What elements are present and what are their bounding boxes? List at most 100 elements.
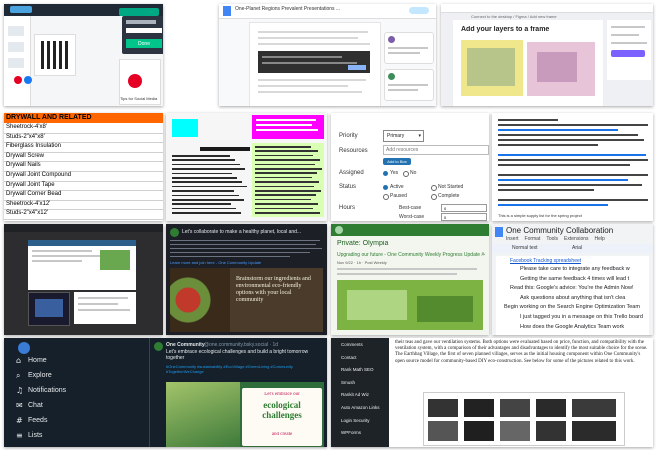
admin-menu-item[interactable]: Rankit Ad Wiz [341, 392, 387, 397]
tile-app-modal: Done Tips for Social Media [4, 4, 163, 106]
best-case-input[interactable] [441, 204, 487, 212]
tracking-link[interactable]: Facebook Tracking spreadsheet [510, 258, 581, 264]
menu-item-tools[interactable]: Tools [546, 236, 558, 242]
post-title: Let's collaborate to make a healthy plan… [182, 229, 302, 235]
text-line [498, 134, 638, 136]
sheet-row[interactable]: Studs-2"x4"x12' [4, 209, 163, 220]
text-line [498, 124, 648, 126]
text-line [172, 181, 242, 183]
pinterest-icon[interactable] [14, 76, 22, 84]
text-line [172, 172, 232, 175]
done-button[interactable]: Done [126, 39, 162, 48]
facebook-icon[interactable] [24, 76, 32, 84]
bell-icon: ♫ [16, 386, 24, 395]
nav-label: Feeds [28, 417, 48, 424]
post-image[interactable]: Let's embrace our ecological challenges … [166, 382, 324, 447]
text-line [498, 179, 628, 181]
web-page [28, 240, 136, 290]
post-body: Let's embrace ecological challenges and … [166, 349, 309, 361]
not-started-radio[interactable] [431, 185, 437, 191]
menu-item-extensions[interactable]: Extensions [564, 236, 588, 242]
text-line [498, 154, 646, 156]
text-line [172, 177, 237, 179]
admin-menu-item[interactable]: Smush [341, 380, 387, 385]
yes-radio[interactable] [383, 171, 388, 176]
priority-select[interactable]: Primary ▾ [383, 130, 424, 142]
status-label: Status [339, 184, 357, 190]
no-radio[interactable] [403, 171, 409, 177]
nav-item-chat[interactable]: ✉ Chat [14, 401, 134, 414]
doc-title: One-Planet Regions Prevalent Presentatio… [235, 6, 341, 12]
format-toolbar: Normal text Arial [492, 244, 653, 253]
layer-yellow[interactable] [461, 40, 523, 96]
text-line [172, 207, 236, 210]
gallery-image[interactable] [428, 399, 458, 417]
menu-item-help[interactable]: Help [595, 236, 605, 242]
admin-menu-item[interactable]: Login Security [341, 418, 387, 423]
nav-item-explore[interactable]: ⌕ Explore [14, 371, 134, 384]
tile-collaboration-doc: One Community Collaboration Insert Format… [492, 224, 653, 335]
list-item[interactable]: Ask questions about anything that isn't … [520, 295, 646, 301]
font-select[interactable]: Arial [572, 245, 582, 251]
magenta-block [252, 115, 324, 139]
post-image[interactable]: Brainstorm our ingredients and environme… [170, 268, 323, 332]
admin-menu-item[interactable]: WPForms [341, 430, 387, 435]
list-item[interactable]: Getting the same feedback 4 times will l… [520, 276, 646, 282]
post-link[interactable]: Learn more and join here - One Community… [170, 260, 320, 265]
text-line [172, 194, 239, 197]
menu-item-insert[interactable]: Insert [506, 236, 519, 242]
admin-menu-item[interactable]: Contact [341, 355, 387, 360]
list-item[interactable]: I just tagged you in a message on this T… [520, 314, 646, 320]
gallery-image[interactable] [428, 421, 458, 441]
worst-case-input[interactable] [441, 213, 487, 221]
gallery-image[interactable] [464, 421, 494, 441]
frame-heading: Add your layers to a frame [461, 26, 550, 33]
gallery-image[interactable] [572, 421, 616, 441]
top-action-button[interactable] [119, 8, 159, 16]
doc-page [249, 22, 381, 106]
admin-menu-item[interactable]: Comments [341, 342, 387, 347]
complete-radio[interactable] [431, 194, 437, 200]
gallery-image[interactable] [500, 421, 530, 441]
nav-item-notifications[interactable]: ♫ Notifications [14, 386, 134, 399]
primary-button[interactable] [611, 50, 645, 57]
nav-label: Home [28, 357, 47, 364]
layer-pink[interactable] [527, 42, 595, 96]
resources-input[interactable] [383, 145, 489, 155]
gallery-image[interactable] [536, 399, 566, 417]
no-label: No [410, 170, 417, 176]
tile-text-document: This is a simple supply list for the spr… [492, 113, 653, 221]
post-subtitle[interactable]: Upgrading our future - One Community Wee… [337, 252, 485, 258]
paused-radio[interactable] [383, 194, 389, 200]
menu-item-format[interactable]: Format [525, 236, 541, 242]
nav-item-home[interactable]: ⌂ Home [14, 356, 134, 369]
profile-avatar[interactable] [18, 342, 30, 354]
gallery-image[interactable] [500, 399, 530, 417]
share-button[interactable] [409, 7, 429, 14]
gallery-image[interactable] [572, 399, 616, 417]
tips-link[interactable]: Tips for Social Media [120, 96, 157, 101]
comment-card[interactable] [384, 32, 434, 64]
list-icon: ≡ [16, 431, 23, 440]
nav-item-feeds[interactable]: # Feeds [14, 416, 134, 429]
list-item[interactable]: Begin working on the Search Engine Optim… [504, 304, 646, 310]
chat-icon: ✉ [16, 401, 23, 410]
text-line [172, 212, 241, 214]
logo-icon [10, 6, 32, 13]
post-hashtags[interactable]: #OneCommunity #sustainability #EcoVillag… [166, 364, 324, 374]
add-to-box-button[interactable]: Add to Box [383, 158, 411, 165]
admin-menu-item[interactable]: Auto Amazon Links [341, 405, 387, 410]
list-item[interactable]: Read this: Google's advice: You're the A… [510, 285, 646, 291]
nav-item-lists[interactable]: ≡ Lists [14, 431, 134, 444]
gallery-image[interactable] [464, 399, 494, 417]
list-item[interactable]: Please take care to integrate any feedba… [520, 266, 646, 272]
account-name[interactable]: One Community [166, 342, 205, 348]
comment-card[interactable] [384, 69, 434, 101]
style-select[interactable]: Normal text [512, 245, 538, 251]
gallery-image[interactable] [536, 421, 566, 441]
video-thumbnail[interactable] [28, 292, 70, 326]
list-item[interactable]: How does the Google Analytics Team work [520, 324, 646, 330]
admin-menu-item[interactable]: Rank Math SEO [341, 367, 387, 372]
frame-link[interactable]: Connect to the desktop / Figma / Add new… [471, 14, 591, 19]
active-radio[interactable] [383, 185, 388, 190]
